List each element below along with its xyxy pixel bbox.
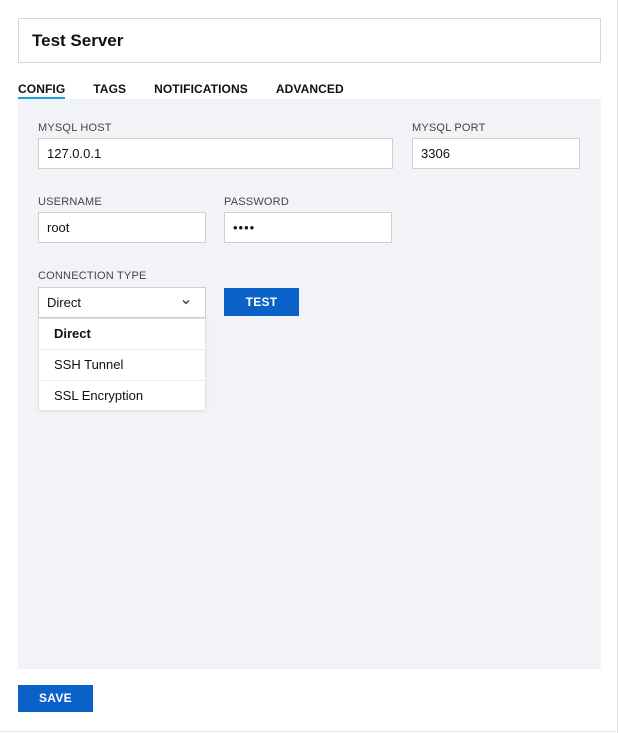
- mysql-host-label: MYSQL HOST: [38, 122, 112, 134]
- test-button[interactable]: TEST: [224, 288, 299, 316]
- connection-type-label: CONNECTION TYPE: [38, 270, 147, 282]
- mysql-port-label: MYSQL PORT: [412, 122, 486, 134]
- dropdown-option-ssl-encryption[interactable]: SSL Encryption: [39, 381, 205, 412]
- connection-type-value: Direct: [47, 295, 81, 310]
- page-title: Test Server: [18, 18, 601, 63]
- mysql-port-input[interactable]: [412, 138, 580, 169]
- dropdown-option-direct[interactable]: Direct: [39, 319, 205, 350]
- save-button[interactable]: SAVE: [18, 685, 93, 712]
- tab-tags[interactable]: TAGS: [93, 82, 126, 99]
- username-input[interactable]: [38, 212, 206, 243]
- connection-type-dropdown: Direct SSH Tunnel SSL Encryption: [38, 318, 206, 411]
- window-edge-right: [617, 0, 618, 733]
- mysql-host-input[interactable]: [38, 138, 393, 169]
- tab-notifications[interactable]: NOTIFICATIONS: [154, 82, 248, 99]
- username-label: USERNAME: [38, 196, 102, 208]
- password-input[interactable]: [224, 212, 392, 243]
- dropdown-option-ssh-tunnel[interactable]: SSH Tunnel: [39, 350, 205, 381]
- connection-type-select[interactable]: Direct: [38, 287, 206, 318]
- config-panel: MYSQL HOST MYSQL PORT USERNAME PASSWORD …: [18, 99, 601, 669]
- tab-advanced[interactable]: ADVANCED: [276, 82, 344, 99]
- chevron-down-icon: [182, 300, 190, 305]
- window-edge-bottom: [0, 731, 618, 732]
- tab-config[interactable]: CONFIG: [18, 82, 66, 99]
- password-label: PASSWORD: [224, 196, 289, 208]
